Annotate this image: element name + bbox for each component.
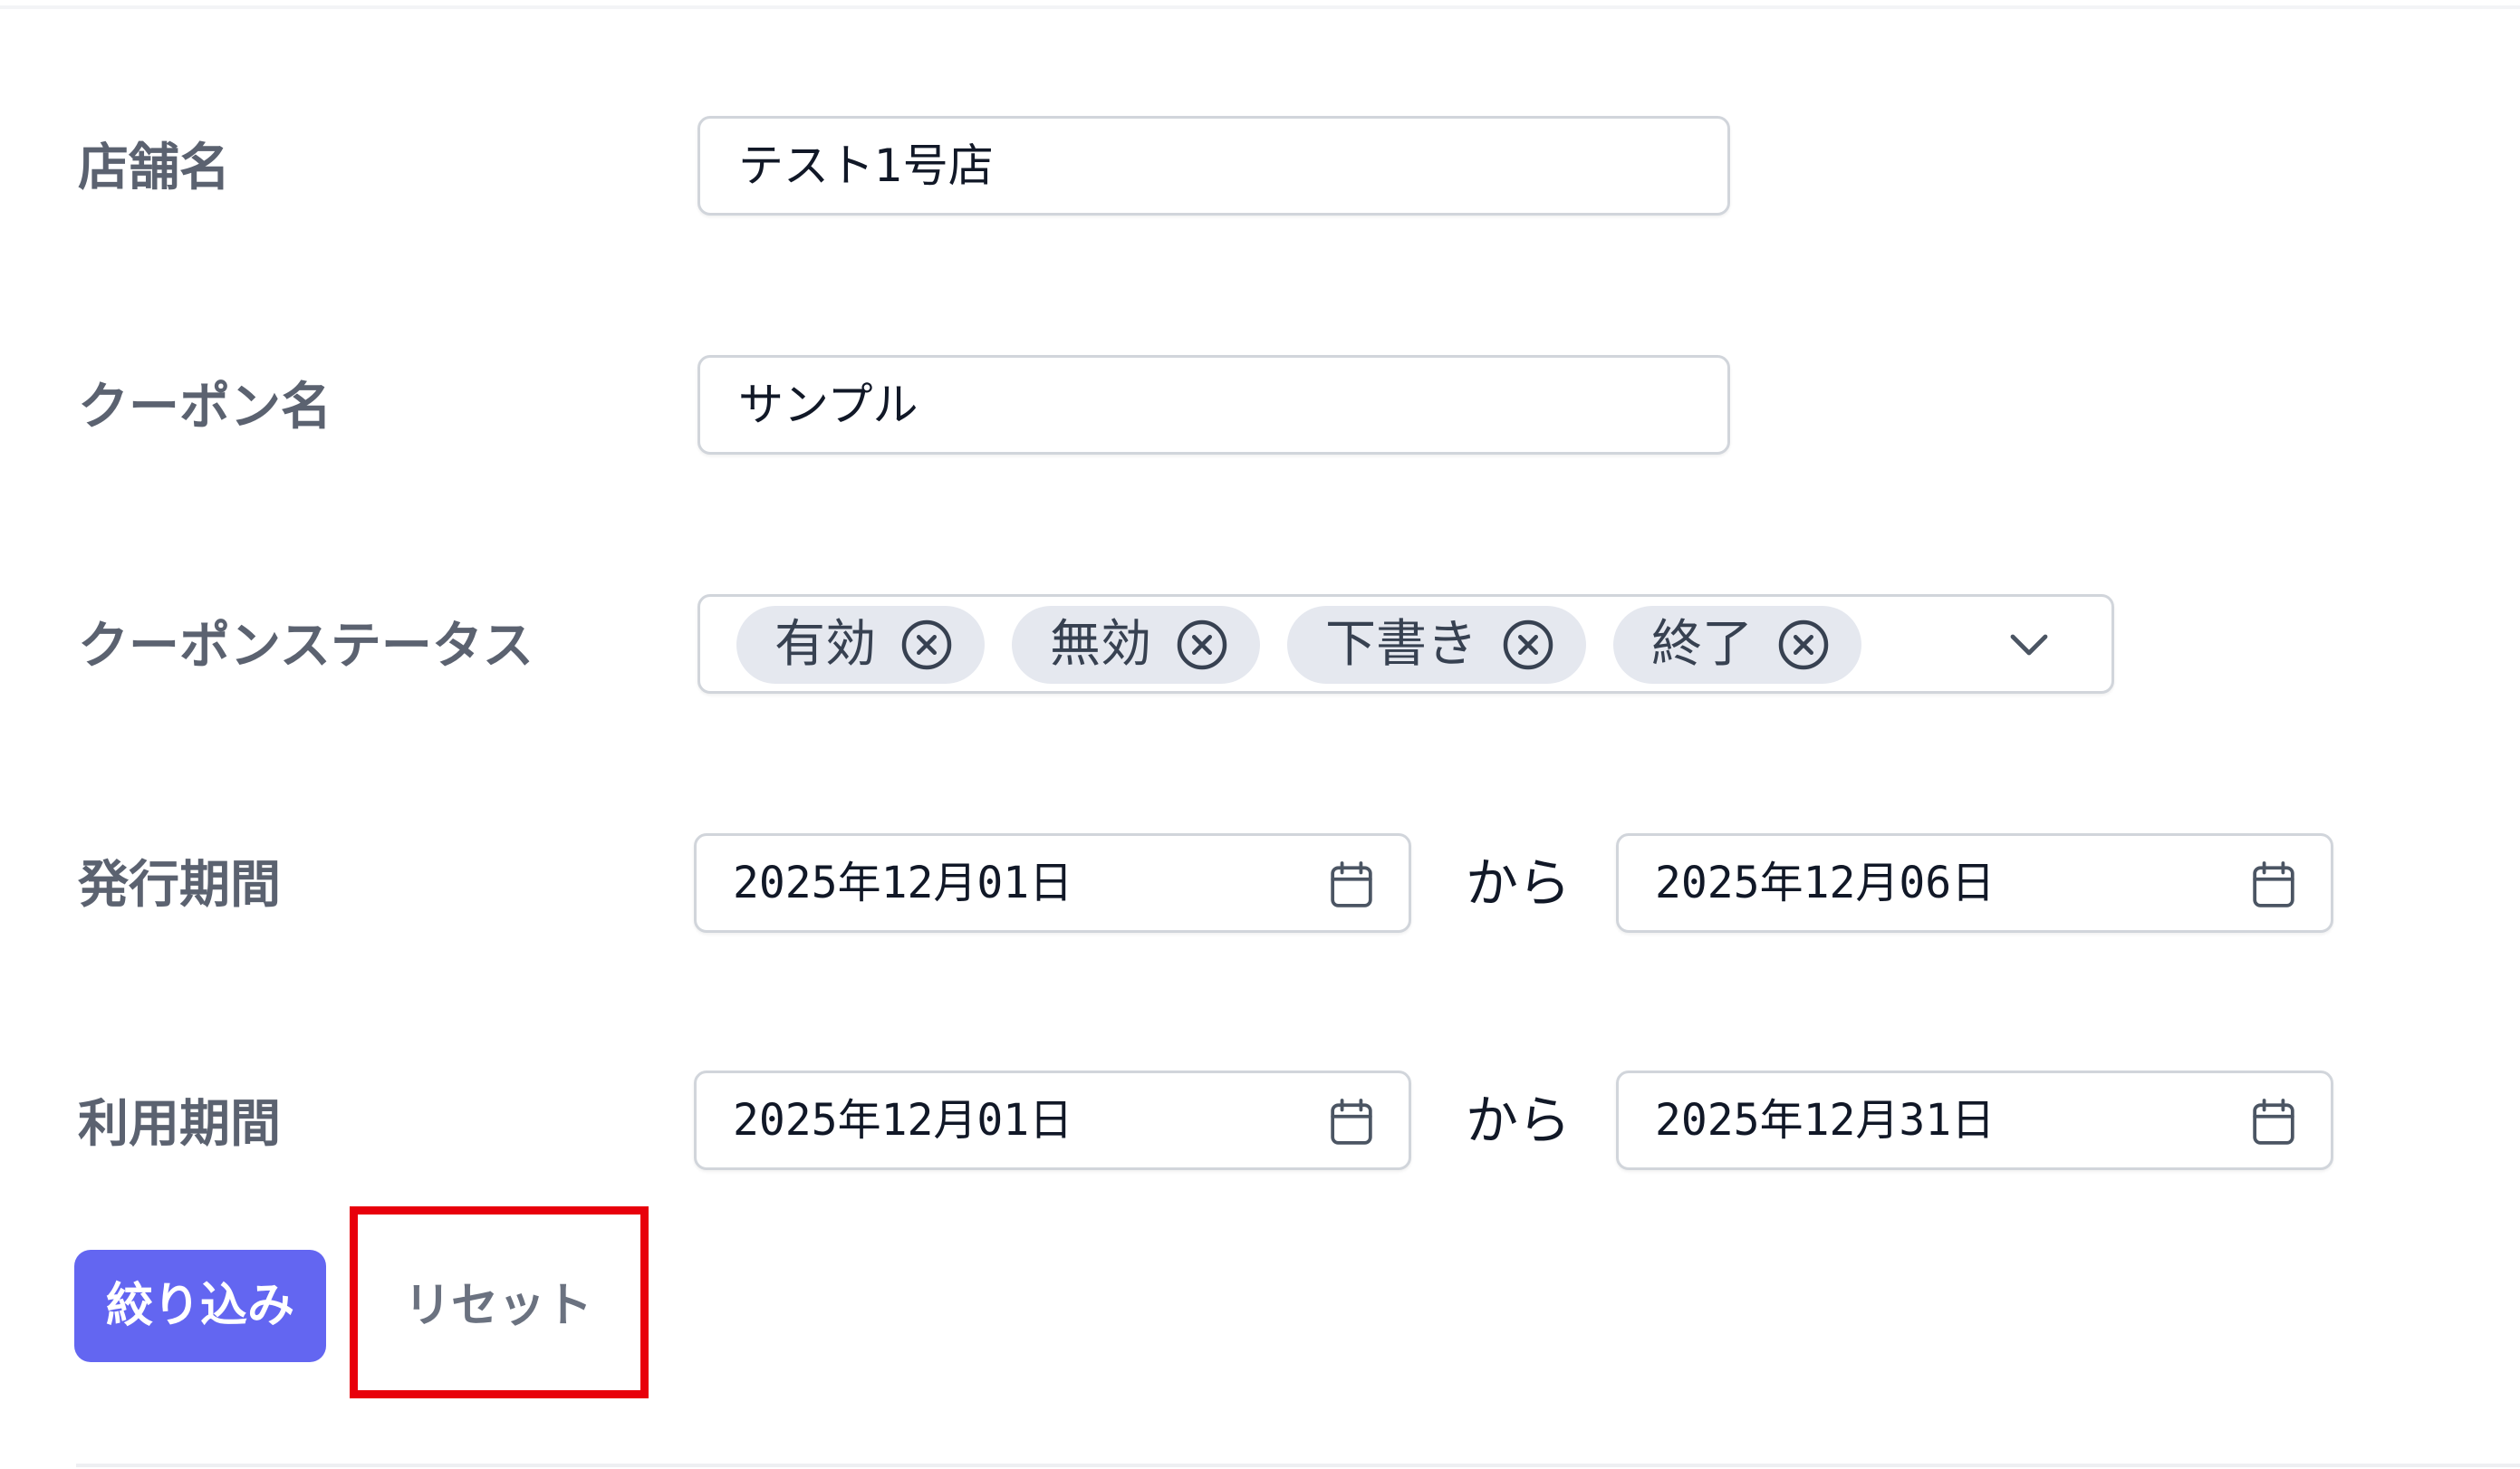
status-chip-label: 下書き [1325, 615, 1477, 674]
usage-period-to-input[interactable]: 2025年12月31日 [1616, 1071, 2333, 1170]
status-chip-label: 終了 [1651, 615, 1753, 674]
status-chip: 下書き [1287, 606, 1586, 684]
circle-x-icon[interactable] [1501, 618, 1555, 672]
reset-button[interactable]: リセット [371, 1250, 625, 1362]
circle-x-icon[interactable] [1776, 618, 1831, 672]
status-chip-label: 無効 [1050, 615, 1151, 674]
store-name-input[interactable]: テスト1号店 [697, 116, 1730, 216]
issue-period-label: 発行期間 [78, 856, 281, 915]
calendar-icon[interactable] [2251, 859, 2296, 910]
coupon-name-input[interactable]: サンプル [697, 355, 1730, 455]
calendar-icon[interactable] [2251, 1097, 2296, 1147]
circle-x-icon[interactable] [899, 618, 954, 672]
issue-period-separator: から [1466, 852, 1572, 914]
status-chip-label: 有効 [774, 615, 876, 674]
status-chip: 有効 [736, 606, 985, 684]
chevron-down-icon[interactable] [2006, 628, 2052, 664]
circle-x-icon[interactable] [1175, 618, 1229, 672]
usage-period-label: 利用期間 [78, 1095, 281, 1154]
top-divider [0, 5, 2520, 9]
status-chip-list: 有効 無効 下書き 終了 [736, 606, 1861, 684]
coupon-status-label: クーポンステータス [78, 617, 534, 676]
coupon-name-label: クーポン名 [78, 378, 332, 437]
issue-period-from-input[interactable]: 2025年12月01日 [694, 833, 1411, 933]
filter-button[interactable]: 絞り込み [74, 1250, 326, 1362]
usage-period-from-input[interactable]: 2025年12月01日 [694, 1071, 1411, 1170]
usage-period-separator: から [1466, 1090, 1572, 1151]
usage-period-to-value: 2025年12月31日 [1655, 1095, 1996, 1146]
coupon-name-value: サンプル [738, 379, 919, 431]
store-name-value: テスト1号店 [738, 139, 994, 192]
issue-period-from-value: 2025年12月01日 [733, 858, 1073, 908]
status-chip: 終了 [1613, 606, 1861, 684]
bottom-divider [76, 1464, 2520, 1467]
usage-period-from-value: 2025年12月01日 [733, 1095, 1073, 1146]
status-chip: 無効 [1012, 606, 1260, 684]
calendar-icon[interactable] [1329, 1097, 1374, 1147]
calendar-icon[interactable] [1329, 859, 1374, 910]
issue-period-to-input[interactable]: 2025年12月06日 [1616, 833, 2333, 933]
coupon-status-multiselect[interactable]: 有効 無効 下書き 終了 [697, 594, 2114, 694]
issue-period-to-value: 2025年12月06日 [1655, 858, 1996, 908]
store-name-label: 店舗名 [78, 139, 230, 197]
